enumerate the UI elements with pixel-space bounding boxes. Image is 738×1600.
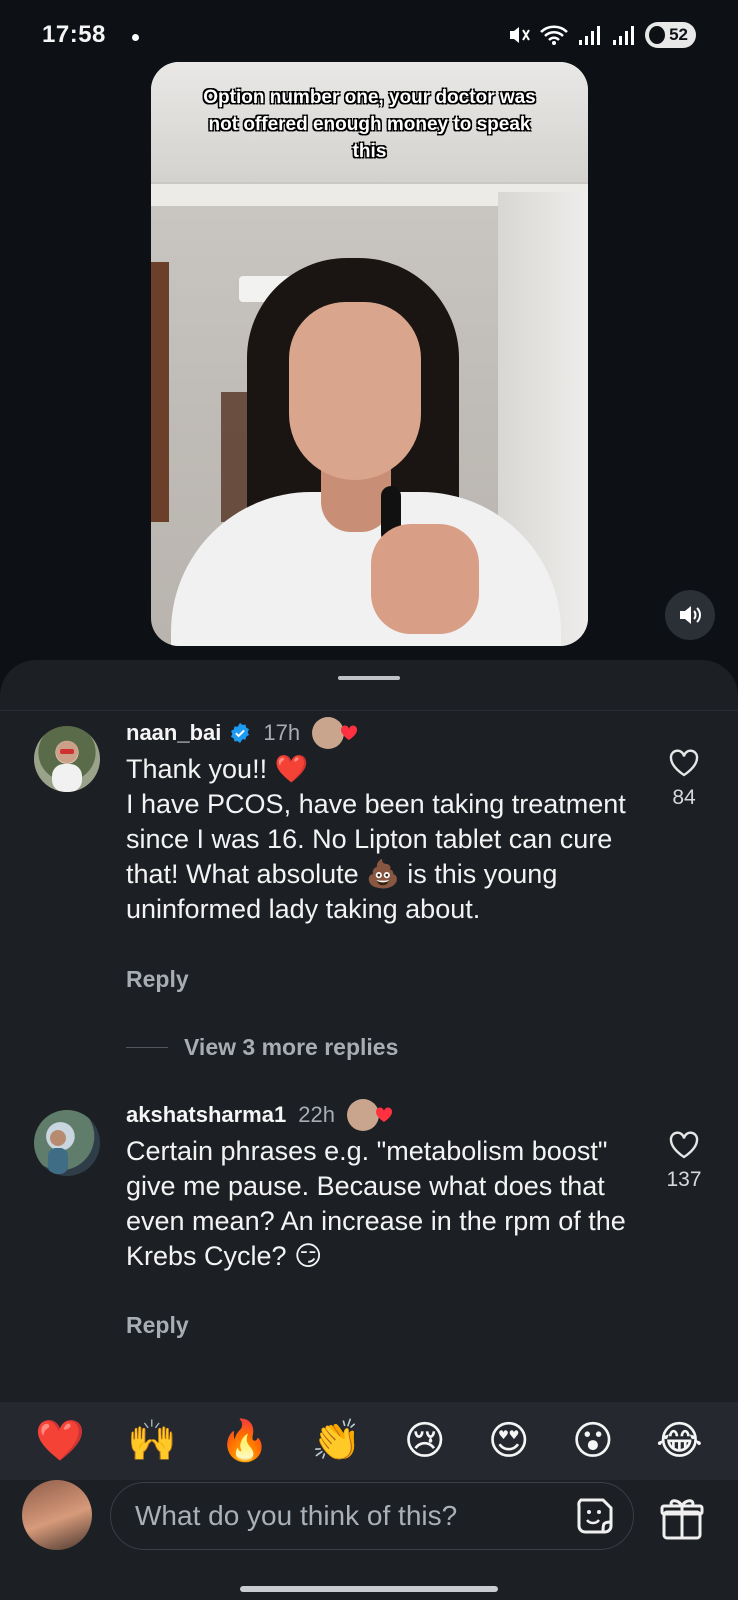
like-count: 137 [666, 1168, 702, 1191]
emoji-heart-eyes[interactable]: 😍 [488, 1421, 530, 1461]
sheet-drag-handle[interactable] [338, 676, 400, 680]
comment-text: Certain phrases e.g. "metabolism boost" … [126, 1136, 634, 1271]
signal-icon-2 [613, 26, 635, 45]
like-column: 84 [660, 748, 708, 810]
heart-outline-icon[interactable] [668, 1130, 700, 1160]
emoji-surprised[interactable]: 😮 [572, 1421, 614, 1461]
status-bar: 17:58 52 [0, 0, 738, 70]
verified-badge-icon [231, 722, 250, 744]
like-count: 84 [672, 786, 696, 809]
like-column: 137 [660, 1130, 708, 1192]
reply-button[interactable]: Reply [126, 1312, 189, 1339]
battery-indicator: 52 [645, 22, 696, 48]
emoji-heart[interactable]: ❤️ [35, 1421, 85, 1461]
comment-input[interactable] [135, 1500, 573, 1532]
signal-icon-1 [579, 26, 601, 45]
wifi-icon [540, 25, 568, 45]
comment-username[interactable]: akshatsharma1 [126, 1102, 286, 1128]
comment-composer [0, 1480, 738, 1600]
comment-time: 17h [263, 720, 301, 745]
video-preview[interactable]: Option number one, your doctor was not o… [151, 62, 588, 646]
comment-input-container [110, 1482, 634, 1550]
creator-heart-icon [375, 1107, 392, 1122]
sticker-icon[interactable] [573, 1494, 617, 1538]
emoji-raised-hands[interactable]: 🙌 [127, 1421, 177, 1461]
speaker-icon [680, 606, 701, 624]
home-indicator[interactable] [240, 1586, 498, 1592]
room-door [151, 262, 169, 522]
current-user-avatar[interactable] [22, 1480, 92, 1550]
gift-icon[interactable] [658, 1494, 706, 1542]
status-time: 17:58 [42, 21, 106, 48]
emoji-fire[interactable]: 🔥 [220, 1421, 270, 1461]
comment-text: Thank you!! ❤️ I have PCOS, have been ta… [126, 754, 626, 924]
notification-dot [132, 34, 140, 42]
emoji-crying[interactable]: 😢 [404, 1421, 446, 1461]
avatar-person-icon [52, 741, 82, 792]
sheet-divider [0, 710, 738, 711]
view-more-label[interactable]: View 3 more replies [184, 1034, 398, 1061]
person-hand [371, 524, 479, 634]
sound-toggle-button[interactable] [665, 590, 715, 640]
avatar[interactable] [34, 1110, 100, 1176]
creator-like-avatar [312, 717, 358, 749]
comment-header: naan_bai 17h [126, 716, 358, 750]
heart-outline-icon[interactable] [668, 748, 700, 778]
comment-header: akshatsharma1 22h [126, 1098, 392, 1132]
status-left: 17:58 [42, 21, 140, 49]
video-caption: Option number one, your doctor was not o… [203, 87, 536, 162]
view-more-replies[interactable]: View 3 more replies [126, 1034, 398, 1061]
comment-time: 22h [298, 1102, 335, 1127]
person-face [289, 302, 421, 480]
avatar[interactable] [34, 726, 100, 792]
emoji-clap[interactable]: 👏 [312, 1421, 362, 1461]
creator-like-avatar [346, 1099, 392, 1131]
reply-button[interactable]: Reply [126, 966, 189, 993]
creator-heart-icon [341, 725, 358, 740]
mute-vibrate-icon [510, 27, 530, 43]
quick-emoji-bar: ❤️ 🙌 🔥 👏 😢 😍 😮 😂 [0, 1402, 738, 1480]
view-more-line [126, 1047, 168, 1048]
comment-username[interactable]: naan_bai [126, 720, 221, 746]
status-right: 52 [507, 22, 696, 48]
emoji-laughing[interactable]: 😂 [656, 1421, 703, 1461]
avatar-person-icon [48, 1130, 68, 1174]
